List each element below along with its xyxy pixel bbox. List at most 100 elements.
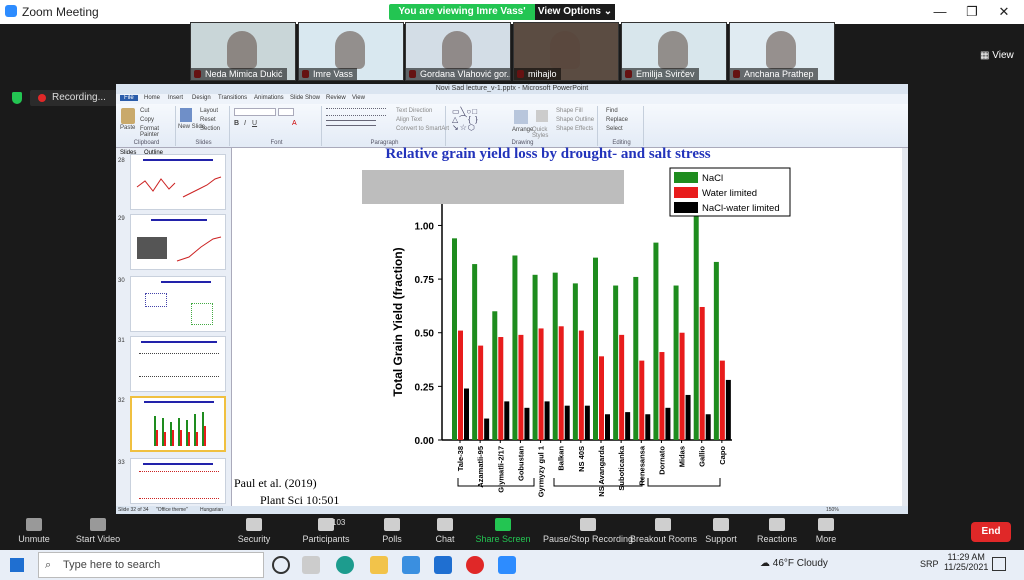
underline-icon[interactable]: U: [252, 120, 257, 127]
shape-outline-button[interactable]: Shape Outline: [556, 117, 594, 123]
align-icon[interactable]: [326, 120, 376, 126]
participant-video[interactable]: Anchana Prathep: [729, 22, 835, 81]
tab-home[interactable]: Home: [144, 95, 160, 101]
record-controls-icon: [580, 518, 596, 531]
bar: [452, 238, 457, 440]
more-button[interactable]: More: [806, 518, 846, 544]
reactions-button[interactable]: Reactions: [752, 518, 802, 544]
thumb-title-line: [143, 159, 213, 161]
notifications-icon[interactable]: [992, 557, 1006, 571]
weather[interactable]: ☁ 46°F Cloudy: [760, 558, 828, 569]
tab-transitions[interactable]: Transitions: [218, 95, 247, 101]
align-text-button[interactable]: Align Text: [396, 117, 422, 123]
file-explorer-icon[interactable]: [370, 556, 388, 574]
tab-design[interactable]: Design: [192, 95, 211, 101]
tab-file[interactable]: File: [120, 95, 138, 101]
taskbar-search[interactable]: ⌕ Type here to search: [38, 552, 264, 578]
participant-video[interactable]: Gordana Vlahović gor...: [405, 22, 511, 81]
bar: [472, 264, 478, 440]
section-button[interactable]: Section: [200, 126, 220, 132]
zoom-taskbar-icon[interactable]: [498, 556, 516, 574]
bar: [572, 283, 578, 440]
participant-video[interactable]: Imre Vass: [298, 22, 404, 81]
edge-icon[interactable]: [336, 556, 354, 574]
tab-review[interactable]: Review: [326, 95, 346, 101]
paste-icon[interactable]: [121, 108, 135, 124]
shapes-gallery-icon[interactable]: ▭╲○□ △⌒{ } ↘☆⬡: [452, 108, 508, 132]
font-name-input[interactable]: [234, 108, 276, 116]
participant-video[interactable]: Emilija Svirčev: [621, 22, 727, 81]
slide-thumbnail[interactable]: [130, 154, 226, 210]
participant-video[interactable]: Neda Mimica Dukić: [190, 22, 296, 81]
zoom-level[interactable]: 150%: [826, 507, 839, 513]
windows-start-icon[interactable]: [10, 558, 24, 572]
pause-stop-recording-button[interactable]: Pause/Stop Recording: [540, 518, 636, 544]
slide-thumbnail[interactable]: [130, 336, 226, 392]
layout-button[interactable]: Layout: [200, 108, 218, 114]
view-label: View: [992, 50, 1014, 61]
security-button[interactable]: Security: [232, 518, 276, 544]
font-color-icon[interactable]: A: [292, 120, 297, 127]
cut-button[interactable]: Cut: [140, 108, 149, 114]
new-slide-icon[interactable]: [180, 108, 192, 122]
tab-view[interactable]: View: [352, 95, 365, 101]
tab-animations[interactable]: Animations: [254, 95, 284, 101]
reset-button[interactable]: Reset: [200, 117, 216, 123]
mail-icon[interactable]: [434, 556, 452, 574]
arrange-button[interactable]: Arrange: [512, 127, 533, 133]
view-button[interactable]: ▦ View: [980, 50, 1014, 61]
quick-styles-icon[interactable]: [536, 110, 548, 122]
support-button[interactable]: Support: [700, 518, 742, 544]
shape-fill-button[interactable]: Shape Fill: [556, 108, 583, 114]
slide-thumbnail[interactable]: [130, 458, 226, 504]
end-button[interactable]: End: [971, 522, 1011, 542]
font-size-input[interactable]: [278, 108, 294, 116]
format-painter-button[interactable]: Format Painter: [140, 126, 175, 138]
chat-button[interactable]: Chat: [428, 518, 462, 544]
unmute-button[interactable]: Unmute: [10, 518, 58, 544]
paste-button[interactable]: Paste: [120, 125, 135, 131]
convert-smartart-button[interactable]: Convert to SmartArt: [396, 126, 449, 132]
quick-styles-button[interactable]: Quick Styles: [532, 127, 554, 139]
control-label: Breakout Rooms: [630, 534, 698, 544]
minimize-button[interactable]: —: [926, 2, 954, 22]
tab-slide-show[interactable]: Slide Show: [290, 95, 320, 101]
find-button[interactable]: Find: [606, 108, 618, 114]
text-direction-button[interactable]: Text Direction: [396, 108, 432, 114]
polls-button[interactable]: Polls: [374, 518, 410, 544]
bar: [639, 360, 645, 440]
select-button[interactable]: Select: [606, 126, 623, 132]
participant-name: mihajlo: [514, 68, 561, 80]
clock[interactable]: 11:29 AM 11/25/2021: [944, 552, 988, 572]
language-indicator[interactable]: SRP: [920, 559, 939, 569]
task-view-icon[interactable]: [302, 556, 320, 574]
participants-button[interactable]: Participants: [296, 518, 356, 544]
group-slides: New Slide Layout Reset Section Slides: [178, 106, 230, 146]
vertical-scrollbar[interactable]: [902, 148, 908, 506]
x-tick-label: Gallio: [698, 446, 707, 467]
arrange-icon[interactable]: [514, 110, 528, 124]
opera-icon[interactable]: [466, 556, 484, 574]
maximize-button[interactable]: ❐: [958, 2, 986, 22]
slide-number: 33: [118, 460, 125, 466]
replace-button[interactable]: Replace: [606, 117, 628, 123]
copy-button[interactable]: Copy: [140, 117, 154, 123]
shape-effects-button[interactable]: Shape Effects: [556, 126, 593, 132]
store-icon[interactable]: [402, 556, 420, 574]
breakout-rooms-button[interactable]: Breakout Rooms: [630, 518, 698, 544]
slide-thumbnail-selected[interactable]: [130, 396, 226, 452]
bullets-icon[interactable]: [326, 108, 386, 116]
participant-video[interactable]: mihajlo: [513, 22, 619, 81]
start-video-button[interactable]: Start Video: [72, 518, 124, 544]
tab-insert[interactable]: Insert: [168, 95, 183, 101]
slide-thumbnail[interactable]: [130, 276, 226, 332]
shield-icon[interactable]: [12, 92, 22, 104]
italic-icon[interactable]: I: [244, 120, 246, 127]
cortana-icon[interactable]: [272, 556, 290, 574]
share-screen-button[interactable]: Share Screen: [474, 518, 532, 544]
support-icon: [713, 518, 729, 531]
bold-icon[interactable]: B: [234, 120, 239, 127]
slide-thumbnail[interactable]: [130, 214, 226, 270]
view-options-button[interactable]: View Options ⌄: [535, 4, 615, 20]
close-button[interactable]: ✕: [990, 2, 1018, 22]
